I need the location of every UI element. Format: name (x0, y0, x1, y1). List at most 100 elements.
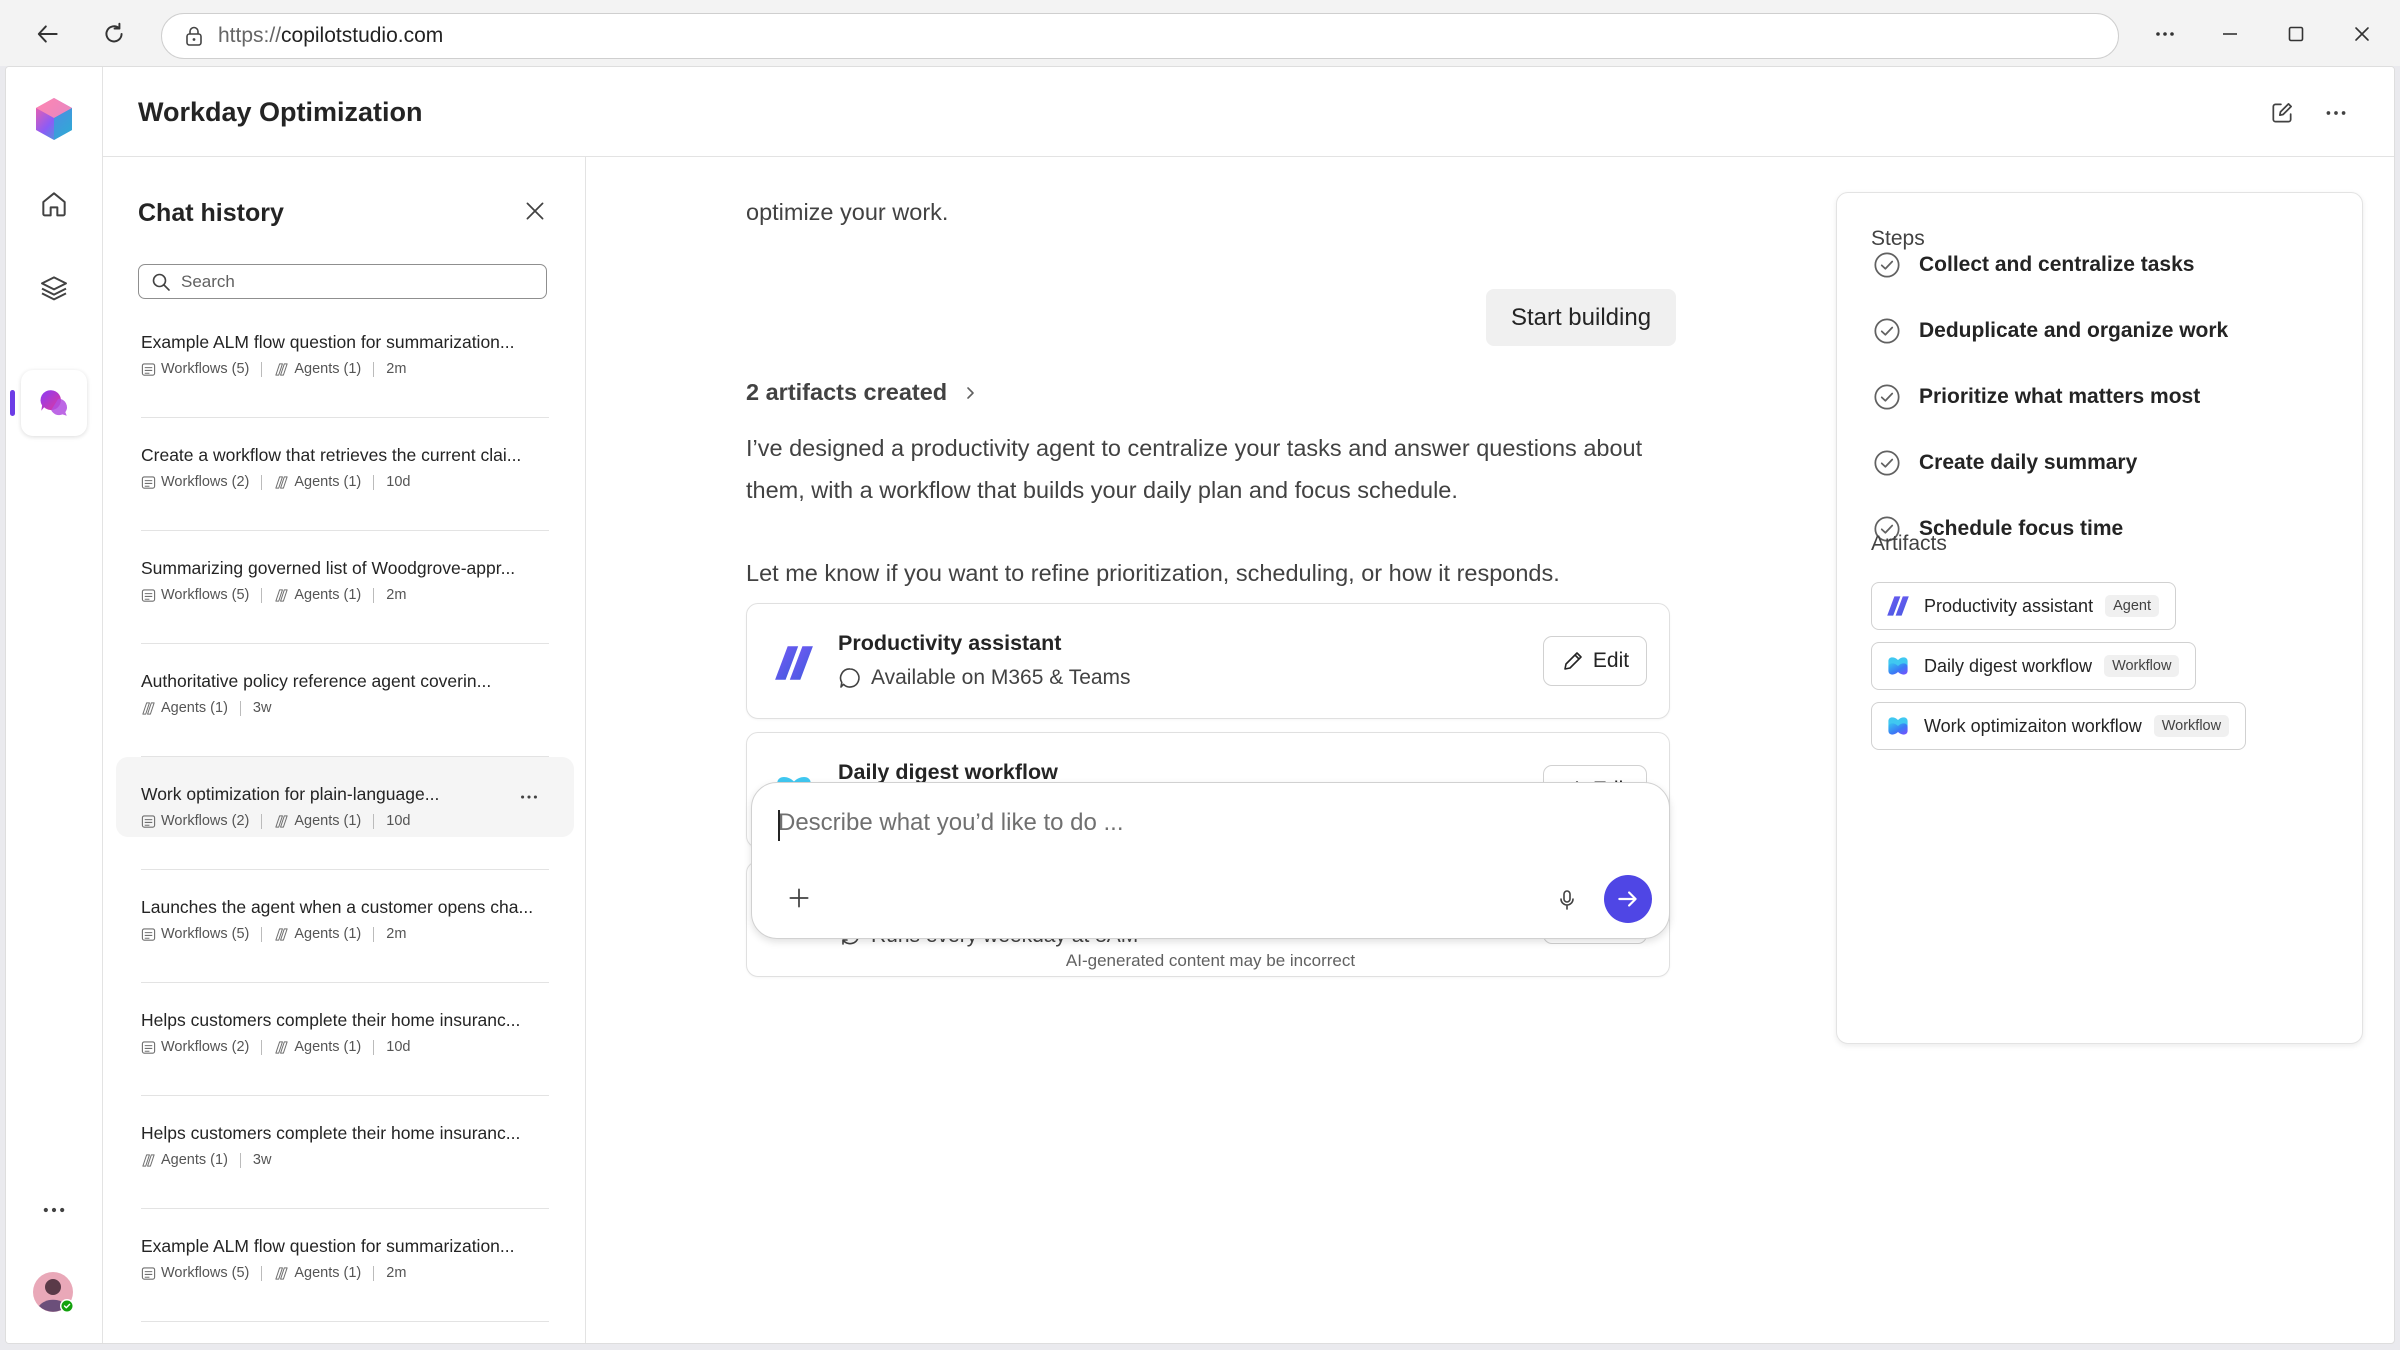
item-title: Helps customers complete their home insu… (141, 1010, 521, 1030)
composer-input[interactable] (778, 809, 1638, 849)
meta-separator (261, 587, 263, 603)
artifacts-created-label: 2 artifacts created (746, 379, 948, 405)
maximize-icon[interactable] (2274, 12, 2318, 56)
list-item[interactable]: Authoritative policy reference agent cov… (116, 644, 574, 757)
layers-icon[interactable] (21, 255, 87, 321)
item-title: Example ALM flow question for summarizat… (141, 1236, 515, 1256)
agent-count: Agents (1) (294, 474, 362, 490)
start-building-button[interactable]: Start building (1486, 289, 1676, 346)
item-title: Create a workflow that retrieves the cur… (141, 445, 522, 465)
minimize-icon[interactable] (2208, 12, 2252, 56)
workflow-count: Workflows (5) (161, 1265, 250, 1281)
close-window-icon[interactable] (2340, 12, 2384, 56)
list-item[interactable]: Create a workflow that retrieves the cur… (116, 418, 574, 531)
artifact-name: Work optimizaiton workflow (1924, 715, 2142, 736)
list-item[interactable]: Helps customers complete their home insu… (116, 983, 574, 1096)
step-item: Create daily summary (1873, 448, 2137, 478)
new-chat-icon[interactable] (2260, 91, 2304, 135)
copilot-studio-logo-icon[interactable] (21, 86, 87, 152)
home-icon[interactable] (21, 171, 87, 237)
header-more-icon[interactable] (2314, 91, 2358, 135)
workflow-count: Workflows (2) (161, 813, 250, 829)
search-box[interactable] (138, 264, 547, 299)
meta-separator (239, 700, 241, 716)
more-apps-icon[interactable] (21, 1177, 87, 1243)
browser-toolbar: https://copilotstudio.com (0, 0, 2400, 66)
item-title: Example ALM flow question for summarizat… (141, 332, 515, 352)
workflow-icon (141, 1266, 156, 1281)
chat-main: optimize your work. Start building 2 art… (586, 157, 1816, 1343)
page-title: Workday Optimization (138, 97, 423, 127)
item-time: 2m (386, 926, 407, 942)
send-button[interactable] (1604, 875, 1652, 923)
artifact-chip[interactable]: Work optimizaiton workflow Workflow (1871, 702, 2247, 750)
agent-icon (274, 362, 289, 377)
workflow-count: Workflows (5) (161, 587, 250, 603)
list-item[interactable]: Example ALM flow question for summarizat… (116, 305, 574, 418)
more-options-icon[interactable] (511, 779, 547, 815)
chevron-right-icon (967, 386, 974, 399)
browser-more-icon[interactable] (2143, 12, 2187, 56)
arrow-right-icon (1618, 891, 1637, 907)
artifact-chip[interactable]: Daily digest workflow Workflow (1871, 642, 2197, 690)
agent-icon (274, 1040, 289, 1055)
edit-button[interactable]: Edit (1543, 636, 1647, 686)
list-item[interactable]: Work optimization for plain-language... W… (116, 757, 574, 870)
back-icon[interactable] (26, 12, 70, 56)
item-title: Summarizing governed list of Woodgrove-a… (141, 558, 516, 578)
artifact-type-badge: Workflow (2153, 715, 2230, 737)
item-title: Helps customers complete their home insu… (141, 1123, 521, 1143)
chat-icon[interactable] (21, 370, 87, 436)
url-text: https://copilotstudio.com (218, 24, 444, 47)
meta-separator (373, 1265, 375, 1281)
workflow-icon (141, 588, 156, 603)
workflow-count: Workflows (5) (161, 926, 250, 942)
avatar[interactable] (21, 1260, 87, 1326)
item-meta: Agents (1) 3w (141, 1152, 271, 1168)
chat-history-list: Example ALM flow question for summarizat… (116, 305, 574, 1322)
artifact-chip[interactable]: Productivity assistant Agent (1871, 582, 2176, 630)
meta-separator (261, 813, 263, 829)
workflow-logo-icon (1886, 654, 1910, 678)
meta-separator (373, 1039, 375, 1055)
steps-label: Steps (1871, 227, 1925, 250)
card-subtitle-text: Available on M365 & Teams (871, 666, 1131, 689)
lock-icon (186, 26, 202, 46)
list-item[interactable]: Helps customers complete their home insu… (116, 1096, 574, 1209)
pencil-icon (1561, 649, 1585, 673)
list-item[interactable]: Example ALM flow question for summarizat… (116, 1209, 574, 1322)
step-item: Prioritize what matters most (1873, 382, 2200, 412)
refresh-icon[interactable] (92, 12, 136, 56)
list-item[interactable]: Summarizing governed list of Woodgrove-a… (116, 531, 574, 644)
item-time: 10d (386, 1039, 411, 1055)
item-meta: Workflows (2) Agents (1) 10d (141, 813, 410, 829)
add-attachment-icon[interactable] (779, 878, 819, 918)
item-time: 2m (386, 587, 407, 603)
step-label: Prioritize what matters most (1919, 385, 2201, 408)
workflow-icon (141, 1040, 156, 1055)
agent-logo-icon (1886, 594, 1910, 618)
close-icon[interactable] (515, 191, 555, 231)
agent-icon (274, 814, 289, 829)
item-time: 3w (252, 700, 272, 716)
artifact-card[interactable]: Productivity assistant Available on M365 … (746, 603, 1670, 719)
address-bar[interactable]: https://copilotstudio.com (161, 13, 2119, 59)
chat-history-pane: Chat history Example ALM flow question f… (103, 157, 586, 1343)
step-label: Create daily summary (1919, 451, 2138, 474)
artifact-name: Productivity assistant (1924, 595, 2094, 616)
workflow-icon (141, 475, 156, 490)
item-time: 2m (386, 1265, 407, 1281)
check-circle-icon (1873, 317, 1901, 345)
artifacts-created-toggle[interactable]: 2 artifacts created (746, 379, 979, 406)
list-item[interactable]: Launches the agent when a customer opens… (116, 870, 574, 983)
item-title: Work optimization for plain-language... (141, 784, 440, 804)
agent-icon (274, 475, 289, 490)
active-nav-indicator (10, 390, 15, 416)
agent-logo-icon (773, 642, 815, 684)
workflow-icon (141, 927, 156, 942)
edit-label: Edit (1592, 649, 1630, 672)
search-input[interactable] (181, 271, 531, 292)
item-meta: Workflows (2) Agents (1) 10d (141, 474, 410, 490)
microphone-icon[interactable] (1547, 880, 1587, 920)
agent-icon (141, 1153, 156, 1168)
